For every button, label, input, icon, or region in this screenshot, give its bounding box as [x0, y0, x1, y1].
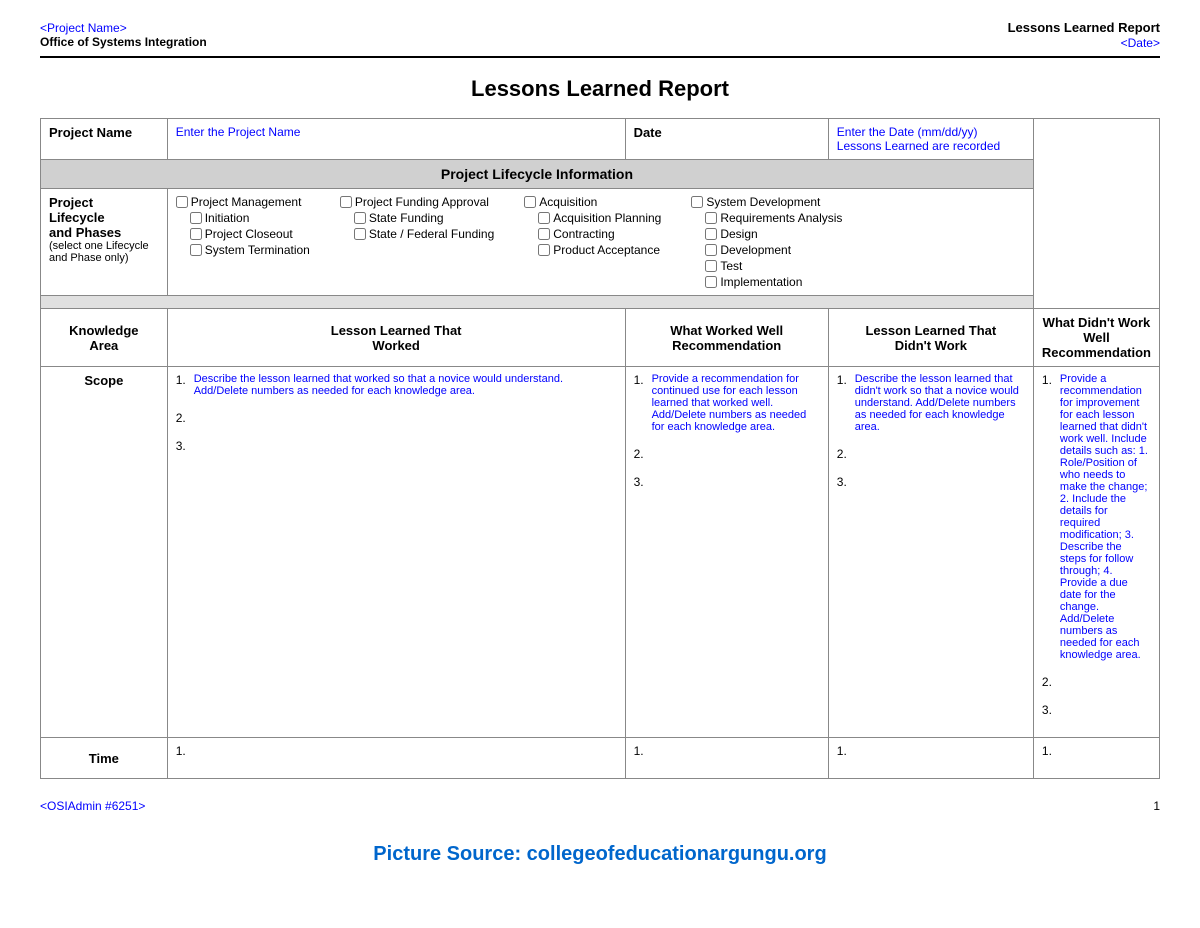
- lifecycle-row: Project Lifecycle and Phases (select one…: [41, 189, 1160, 296]
- page-title: Lessons Learned Report: [40, 76, 1160, 102]
- lifecycle-checkboxes-container: Project Management Initiation Project Cl…: [176, 195, 1025, 289]
- checkbox-state-federal-funding[interactable]: State / Federal Funding: [340, 227, 494, 241]
- scope-what-worked-rec-cell[interactable]: 1. Provide a recommendation for continue…: [625, 367, 828, 738]
- col-header-lesson-worked: Lesson Learned ThatWorked: [167, 309, 625, 367]
- list-item: 1.: [176, 744, 617, 758]
- checkbox-design[interactable]: Design: [691, 227, 842, 241]
- scope-lesson-worked-list: 1. Describe the lesson learned that work…: [176, 373, 617, 453]
- checkbox-project-funding[interactable]: Project Funding Approval: [340, 195, 494, 209]
- col-header-lesson-didnt: Lesson Learned ThatDidn't Work: [828, 309, 1033, 367]
- lifecycle-sub-label: (select one Lifecycle and Phase only): [49, 240, 159, 264]
- date-label: Date: [625, 119, 828, 160]
- checkbox-test[interactable]: Test: [691, 259, 842, 273]
- project-name-header-link[interactable]: <Project Name>: [40, 20, 207, 35]
- scope-lesson-didnt-list: 1. Describe the lesson learned that didn…: [837, 373, 1025, 489]
- checkbox-project-closeout[interactable]: Project Closeout: [176, 227, 310, 241]
- picture-source: Picture Source: collegeofeducationargung…: [40, 843, 1160, 866]
- date-value[interactable]: Enter the Date (mm/dd/yy) Lessons Learne…: [828, 119, 1033, 160]
- office-name: Office of Systems Integration: [40, 35, 207, 49]
- list-item: 2.: [634, 447, 820, 461]
- list-item: 1. Provide a recommendation for improvem…: [1042, 373, 1151, 661]
- date-header-link[interactable]: <Date>: [1008, 35, 1160, 50]
- checkbox-system-termination[interactable]: System Termination: [176, 243, 310, 257]
- checkbox-acquisition[interactable]: Acquisition: [524, 195, 661, 209]
- time-label: Time: [41, 738, 168, 779]
- project-name-placeholder: Enter the Project Name: [176, 125, 301, 139]
- page-footer: <OSIAdmin #6251> 1: [40, 799, 1160, 813]
- admin-link[interactable]: <OSIAdmin #6251>: [40, 799, 145, 813]
- lifecycle-col1: Project Management Initiation Project Cl…: [176, 195, 310, 289]
- time-lesson-didnt-cell[interactable]: 1.: [828, 738, 1033, 779]
- scope-what-didnt-rec-cell[interactable]: 1. Provide a recommendation for improvem…: [1033, 367, 1159, 738]
- col-header-knowledge-area: KnowledgeArea: [41, 309, 168, 367]
- scope-lesson-worked-cell[interactable]: 1. Describe the lesson learned that work…: [167, 367, 625, 738]
- date-anchor[interactable]: <Date>: [1121, 36, 1160, 50]
- spacer-row: [41, 296, 1160, 309]
- scope-what-worked-rec-1: Provide a recommendation for continued u…: [652, 373, 820, 433]
- checkbox-requirements-analysis[interactable]: Requirements Analysis: [691, 211, 842, 225]
- project-name-row: Project Name Enter the Project Name Date…: [41, 119, 1160, 160]
- column-headers-row: KnowledgeArea Lesson Learned ThatWorked …: [41, 309, 1160, 367]
- list-item: 1. Provide a recommendation for continue…: [634, 373, 820, 433]
- lifecycle-label-cell: Project Lifecycle and Phases (select one…: [41, 189, 168, 296]
- list-item: 2.: [837, 447, 1025, 461]
- checkbox-product-acceptance[interactable]: Product Acceptance: [524, 243, 661, 257]
- table-row-time: Time 1. 1. 1.: [41, 738, 1160, 779]
- checkbox-state-funding[interactable]: State Funding: [340, 211, 494, 225]
- page-number: 1: [1153, 799, 1160, 813]
- scope-lesson-didnt-1: Describe the lesson learned that didn't …: [855, 373, 1025, 433]
- time-what-didnt-rec-cell[interactable]: 1.: [1033, 738, 1159, 779]
- time-lesson-worked-cell[interactable]: 1.: [167, 738, 625, 779]
- list-item: 3.: [176, 439, 617, 453]
- list-item: 1.: [634, 744, 820, 758]
- list-item: 2.: [176, 411, 617, 425]
- scope-what-didnt-rec-1: Provide a recommendation for improvement…: [1060, 373, 1151, 661]
- scope-lesson-didnt-cell[interactable]: 1. Describe the lesson learned that didn…: [828, 367, 1033, 738]
- lifecycle-checkboxes-cell: Project Management Initiation Project Cl…: [167, 189, 1033, 296]
- list-item: 3.: [634, 475, 820, 489]
- col-header-what-worked-rec: What Worked WellRecommendation: [625, 309, 828, 367]
- checkbox-system-development[interactable]: System Development: [691, 195, 842, 209]
- list-item: 1.: [837, 744, 1025, 758]
- checkbox-project-management[interactable]: Project Management: [176, 195, 310, 209]
- checkbox-acquisition-planning[interactable]: Acquisition Planning: [524, 211, 661, 225]
- checkbox-implementation[interactable]: Implementation: [691, 275, 842, 289]
- lifecycle-label: Project Lifecycle and Phases: [49, 195, 159, 240]
- time-what-worked-rec-cell[interactable]: 1.: [625, 738, 828, 779]
- lifecycle-col3: Acquisition Acquisition Planning Contrac…: [524, 195, 661, 289]
- checkbox-initiation[interactable]: Initiation: [176, 211, 310, 225]
- list-item: 3.: [837, 475, 1025, 489]
- scope-what-didnt-rec-list: 1. Provide a recommendation for improvem…: [1042, 373, 1151, 717]
- table-row-scope: Scope 1. Describe the lesson learned tha…: [41, 367, 1160, 738]
- checkbox-development[interactable]: Development: [691, 243, 842, 257]
- date-placeholder: Enter the Date (mm/dd/yy) Lessons Learne…: [837, 125, 1000, 153]
- header-left: <Project Name> Office of Systems Integra…: [40, 20, 207, 49]
- project-name-value[interactable]: Enter the Project Name: [167, 119, 625, 160]
- list-item: 1.: [1042, 744, 1151, 758]
- header-right: Lessons Learned Report <Date>: [1008, 20, 1160, 50]
- lifecycle-section-header: Project Lifecycle Information: [41, 160, 1034, 189]
- lifecycle-col2: Project Funding Approval State Funding S…: [340, 195, 494, 289]
- col-header-what-didnt-rec: What Didn't Work WellRecommendation: [1033, 309, 1159, 367]
- project-name-label: Project Name: [41, 119, 168, 160]
- scope-lesson-worked-1: Describe the lesson learned that worked …: [194, 373, 617, 397]
- list-item: 3.: [1042, 703, 1151, 717]
- report-title-header: Lessons Learned Report: [1008, 20, 1160, 35]
- lifecycle-col4: System Development Requirements Analysis…: [691, 195, 842, 289]
- scope-label: Scope: [41, 367, 168, 738]
- main-table: Project Name Enter the Project Name Date…: [40, 118, 1160, 779]
- project-name-anchor[interactable]: <Project Name>: [40, 21, 127, 35]
- scope-what-worked-rec-list: 1. Provide a recommendation for continue…: [634, 373, 820, 489]
- checkbox-contracting[interactable]: Contracting: [524, 227, 661, 241]
- list-item: 2.: [1042, 675, 1151, 689]
- lifecycle-header-row: Project Lifecycle Information: [41, 160, 1160, 189]
- list-item: 1. Describe the lesson learned that didn…: [837, 373, 1025, 433]
- list-item: 1. Describe the lesson learned that work…: [176, 373, 617, 397]
- page-header: <Project Name> Office of Systems Integra…: [40, 20, 1160, 58]
